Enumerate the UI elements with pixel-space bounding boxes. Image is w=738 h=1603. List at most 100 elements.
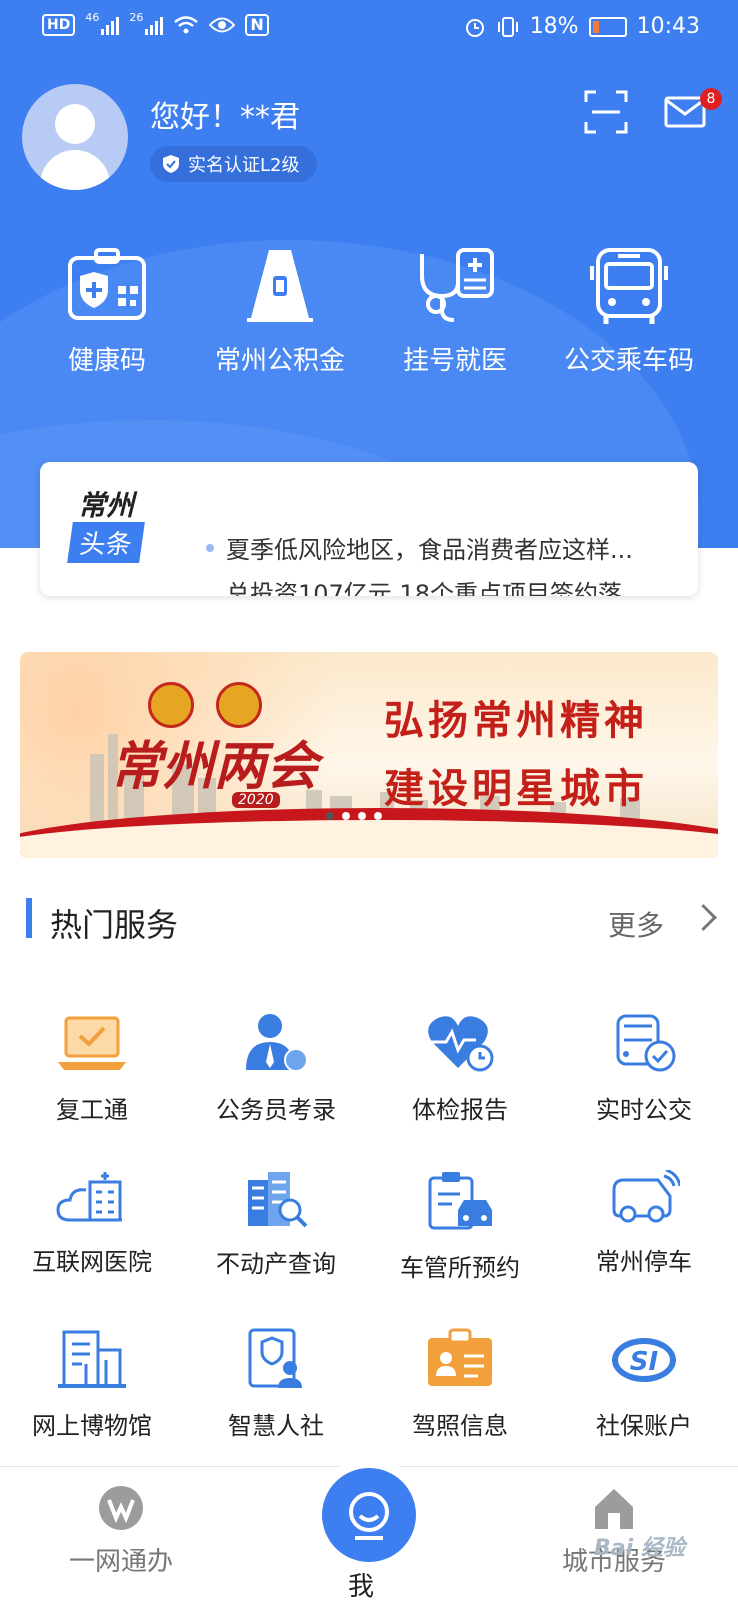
quick-action-housing-fund[interactable]: 常州公积金	[195, 246, 365, 377]
avatar[interactable]	[22, 84, 128, 190]
social-insurance-icon	[248, 1328, 302, 1388]
scan-icon[interactable]	[584, 90, 628, 134]
service-label: 体检报告	[412, 1096, 508, 1124]
service-dmv-booking[interactable]: 车管所预约	[368, 1170, 552, 1283]
housing-fund-icon	[247, 250, 313, 322]
carousel-dot[interactable]	[374, 812, 382, 820]
verification-label: 实名认证L2级	[188, 155, 300, 176]
carousel-dot-active[interactable]	[326, 812, 334, 820]
one-network-icon	[99, 1486, 143, 1530]
cloud-hospital-icon	[56, 1172, 122, 1222]
service-health-report[interactable]: 体检报告	[368, 1012, 552, 1125]
service-resume-work[interactable]: 复工通	[0, 1012, 184, 1125]
unread-badge: 8	[700, 88, 722, 110]
si-logo-icon: SI	[612, 1338, 676, 1382]
cppcc-emblem	[216, 682, 262, 728]
tab-me-label: 我	[348, 1572, 375, 1602]
watermark: Bai 经验	[594, 1536, 685, 1561]
service-realtime-bus[interactable]: 实时公交	[552, 1012, 736, 1125]
quick-action-label: 常州公积金	[214, 346, 345, 376]
service-online-museum[interactable]: 网上博物馆	[0, 1328, 184, 1441]
service-label: 常州停车	[596, 1248, 692, 1276]
tab-label: 一网通办	[68, 1547, 173, 1577]
national-emblem	[148, 682, 194, 728]
clipboard-car-icon	[428, 1172, 492, 1230]
signal-icon-2	[145, 15, 164, 35]
service-parking[interactable]: 常州停车	[552, 1170, 736, 1277]
more-link[interactable]: 更多	[608, 904, 664, 944]
hd-indicator: HD	[42, 14, 76, 36]
parking-car-icon	[612, 1170, 680, 1223]
bus-realtime-icon	[616, 1014, 676, 1072]
service-label: 复工通	[56, 1096, 128, 1124]
banner-slogan-1: 弘扬常州精神	[384, 697, 648, 744]
eye-icon	[209, 17, 236, 33]
service-smart-hr[interactable]: 智慧人社	[184, 1328, 368, 1441]
banner-slogan-2: 建设明星城市	[384, 765, 648, 812]
news-brand-bottom: 头条	[67, 522, 145, 563]
bullet-dot	[206, 544, 214, 552]
service-label: 车管所预约	[400, 1254, 520, 1282]
section-title: 热门服务	[50, 906, 179, 944]
license-card-icon	[428, 1328, 492, 1386]
verification-badge[interactable]: 实名认证L2级	[150, 146, 318, 182]
quick-action-health-code[interactable]: 健康码	[22, 246, 192, 377]
stethoscope-icon	[420, 248, 494, 322]
clock: 10:43	[636, 14, 700, 39]
greeting-text: 您好！**君	[150, 100, 300, 135]
avatar-head	[55, 104, 95, 144]
quick-action-label: 健康码	[67, 346, 146, 376]
battery-percent: 18%	[529, 14, 579, 39]
carousel-dot[interactable]	[342, 812, 350, 820]
home-icon	[595, 1489, 633, 1529]
banner-year: 2020	[232, 792, 280, 808]
service-property-query[interactable]: 不动产查询	[184, 1170, 368, 1279]
section-accent-bar	[26, 898, 32, 938]
quick-actions: 健康码 常州公积金 挂号就医 公交乘车码	[0, 246, 738, 386]
service-label: 实时公交	[596, 1096, 692, 1124]
quick-action-registration[interactable]: 挂号就医	[370, 246, 540, 377]
service-license-info[interactable]: 驾照信息	[368, 1328, 552, 1441]
bus-icon	[590, 248, 668, 324]
service-label: 社保账户	[596, 1412, 692, 1440]
tab-one-network[interactable]: 一网通办	[56, 1485, 186, 1578]
news-ticker[interactable]: 常州 头条 夏季低风险地区，食品消费者应这样... 总投资107亿元 18个重点…	[40, 462, 698, 596]
signal-icon	[101, 15, 120, 35]
svg-text:SI: SI	[630, 1347, 659, 1377]
banner-logo: 常州两会	[110, 736, 319, 797]
service-label: 智慧人社	[228, 1412, 324, 1440]
museum-icon	[58, 1330, 126, 1388]
avatar-body	[40, 150, 110, 190]
tab-me[interactable]	[322, 1468, 416, 1562]
nfc-icon: N	[245, 14, 269, 36]
news-next-headline[interactable]: 总投资107亿元 18个重点项目签约落	[226, 574, 622, 596]
quick-action-bus-code[interactable]: 公交乘车码	[544, 246, 714, 377]
battery-icon	[588, 16, 627, 37]
promo-banner[interactable]: 常州两会 2020 弘扬常州精神 建设明星城市	[20, 652, 718, 858]
quick-action-label: 公交乘车码	[563, 346, 694, 376]
quick-action-label: 挂号就医	[402, 346, 507, 376]
network-type-2: 26	[129, 10, 144, 24]
service-label: 网上博物馆	[32, 1412, 152, 1440]
service-label: 驾照信息	[412, 1412, 508, 1440]
building-search-icon	[248, 1172, 308, 1228]
vibrate-icon	[497, 16, 518, 37]
heart-clock-icon	[428, 1016, 494, 1072]
carousel-dot[interactable]	[358, 812, 366, 820]
wifi-icon	[174, 16, 199, 34]
service-civil-exam[interactable]: 公务员考录	[184, 1012, 368, 1125]
service-label: 互联网医院	[32, 1248, 152, 1276]
shield-check-icon	[163, 155, 179, 173]
laptop-check-icon	[58, 1016, 126, 1070]
carousel-indicator	[326, 812, 382, 820]
chevron-right-icon[interactable]	[690, 904, 717, 931]
network-type: 46	[85, 10, 100, 24]
service-social-security-account[interactable]: SI 社保账户	[552, 1328, 736, 1441]
news-brand-top: 常州	[78, 489, 135, 522]
civil-servant-icon	[246, 1014, 308, 1072]
news-headline[interactable]: 夏季低风险地区，食品消费者应这样...	[226, 530, 633, 565]
service-label: 公务员考录	[216, 1096, 336, 1124]
user-face-icon	[349, 1492, 389, 1540]
health-code-icon	[68, 248, 146, 320]
service-internet-hospital[interactable]: 互联网医院	[0, 1170, 184, 1277]
